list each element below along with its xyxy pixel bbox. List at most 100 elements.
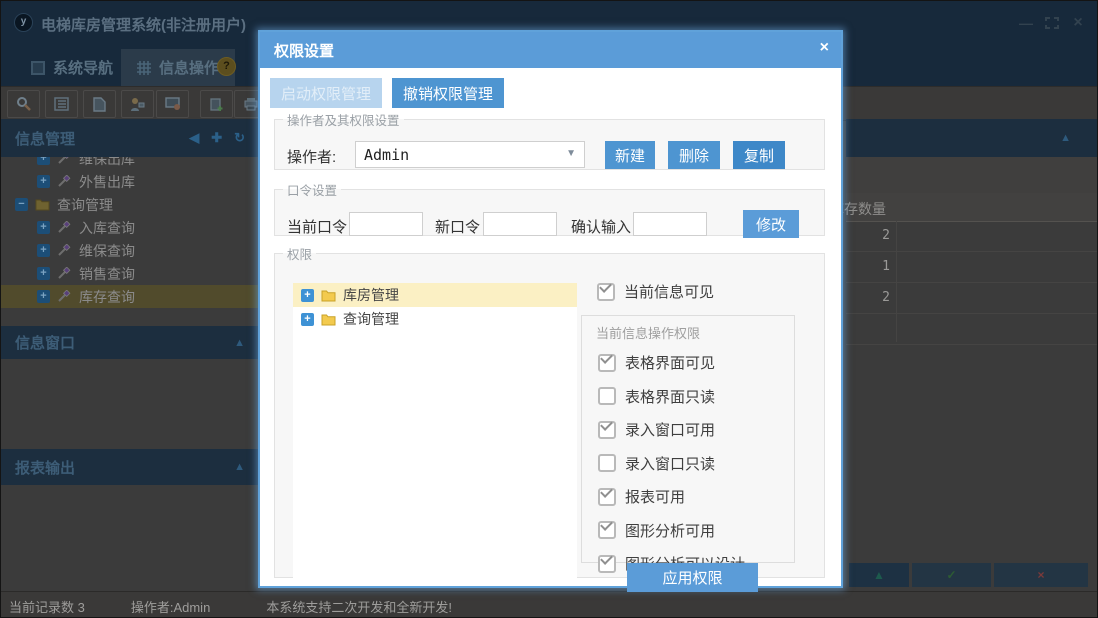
collapse-up-icon[interactable]: ▲	[234, 461, 245, 473]
permission-tree-item[interactable]: +查询管理	[293, 307, 577, 331]
permission-checkbox-list: 表格界面可见表格界面只读录入窗口可用录入窗口只读报表可用图形分析可用图形分析可以…	[598, 352, 745, 574]
wand-icon	[57, 244, 72, 257]
collapse-node-icon[interactable]: −	[15, 198, 28, 211]
dialog-body: 启动权限管理 撤销权限管理 操作者及其权限设置 操作者: Admin ▼ 新建 …	[260, 68, 841, 586]
permission-checkbox-row[interactable]: 录入窗口只读	[598, 453, 745, 474]
checkbox-unchecked-icon[interactable]	[598, 387, 616, 405]
panel-header-info-management[interactable]: 信息管理 ◀ ✚ ↻	[1, 119, 259, 157]
tree-item-label: 维保出库	[79, 157, 135, 169]
collapse-left-icon[interactable]: ◀	[189, 130, 199, 146]
record-count: 当前记录数 3	[9, 597, 85, 616]
new-operator-button[interactable]: 新建	[605, 141, 655, 169]
expand-node-icon[interactable]: +	[37, 157, 50, 165]
checkbox-checked-icon[interactable]	[597, 283, 615, 301]
permission-checkbox-row[interactable]: 表格界面可见	[598, 352, 745, 373]
sidebar: 信息管理 ◀ ✚ ↻ + 维保出库+外售出库−查询管理+入库查询+维保查询+销售查…	[1, 119, 259, 591]
permission-checkbox-row[interactable]: 报表可用	[598, 486, 745, 507]
help-icon[interactable]: ?	[217, 57, 236, 76]
status-message: 本系统支持二次开发和全新开发!	[266, 597, 452, 616]
operator-select[interactable]: Admin ▼	[355, 141, 585, 168]
checkbox-checked-icon[interactable]	[598, 354, 616, 372]
panel-header-report-output[interactable]: 报表输出 ▲	[1, 449, 259, 485]
database-add-icon[interactable]	[200, 90, 233, 118]
current-info-visible-checkbox-row[interactable]: 当前信息可见	[597, 281, 714, 302]
confirm-password-label: 确认输入	[571, 216, 631, 237]
current-password-field[interactable]	[349, 212, 423, 236]
add-icon[interactable]: ✚	[211, 130, 222, 146]
maximize-button[interactable]	[1041, 14, 1063, 32]
user-icon[interactable]	[121, 90, 154, 118]
checkbox-label: 录入窗口可用	[625, 419, 715, 440]
wand-icon	[57, 157, 72, 165]
checkbox-checked-icon[interactable]	[598, 521, 616, 539]
wand-icon	[57, 221, 72, 234]
sidebar-tree-item[interactable]: +维保查询	[1, 239, 259, 262]
collapse-up-button[interactable]: ▲	[849, 563, 909, 587]
permission-section: 权限 +库房管理+查询管理 当前信息可见 当前信息操作权限 表格界面可见表格界面…	[274, 244, 825, 578]
current-info-permission-group: 当前信息操作权限 表格界面可见表格界面只读录入窗口可用录入窗口只读报表可用图形分…	[581, 315, 795, 563]
refresh-icon[interactable]: ↻	[234, 130, 245, 146]
table-row[interactable]	[846, 314, 1098, 345]
permission-checkbox-row[interactable]: 录入窗口可用	[598, 419, 745, 440]
new-password-label: 新口令	[435, 216, 480, 237]
sidebar-tree-item[interactable]: −查询管理	[1, 193, 259, 216]
checkbox-checked-icon[interactable]	[598, 555, 616, 573]
table-column-separator	[896, 221, 897, 342]
content-panel-header[interactable]: ▲	[846, 119, 1098, 157]
table-row[interactable]: 1	[846, 252, 1098, 283]
permission-tree-item[interactable]: +库房管理	[293, 283, 577, 307]
permission-checkbox-row[interactable]: 图形分析可用	[598, 520, 745, 541]
monitor-icon[interactable]	[156, 90, 189, 118]
tab-label: 系统导航	[53, 57, 113, 78]
sidebar-tree-item[interactable]: +入库查询	[1, 216, 259, 239]
copy-operator-button[interactable]: 复制	[733, 141, 785, 169]
apply-permission-button[interactable]: 应用权限	[627, 563, 758, 592]
chevron-down-icon: ▼	[566, 148, 576, 159]
table-cell	[846, 314, 890, 344]
expand-node-icon[interactable]: +	[37, 267, 50, 280]
close-icon[interactable]: ×	[820, 39, 829, 57]
expand-node-icon[interactable]: +	[37, 244, 50, 257]
expand-node-icon[interactable]: +	[37, 175, 50, 188]
sidebar-tree: + 维保出库+外售出库−查询管理+入库查询+维保查询+销售查询+库存查询	[1, 157, 259, 326]
table-row[interactable]: 2	[846, 221, 1098, 252]
table-body: 212	[846, 221, 1098, 345]
tab-system-nav[interactable]: 系统导航	[15, 49, 129, 86]
close-window-button[interactable]: ×	[1067, 14, 1089, 32]
panel-header-info-window[interactable]: 信息窗口 ▲	[1, 326, 259, 359]
panel-title: 报表输出	[15, 457, 234, 478]
cancel-button[interactable]: ×	[994, 563, 1088, 587]
collapse-up-icon[interactable]: ▲	[234, 337, 245, 349]
confirm-button[interactable]: ✓	[912, 563, 991, 587]
checkbox-label: 表格界面只读	[625, 386, 715, 407]
expand-node-icon[interactable]: +	[301, 289, 314, 302]
expand-node-icon[interactable]: +	[301, 313, 314, 326]
checkbox-checked-icon[interactable]	[598, 488, 616, 506]
start-permission-button[interactable]: 启动权限管理	[270, 78, 382, 108]
modify-password-button[interactable]: 修改	[743, 210, 799, 238]
permission-checkbox-row[interactable]: 表格界面只读	[598, 386, 745, 407]
panel-title: 信息窗口	[15, 332, 234, 353]
expand-node-icon[interactable]: +	[37, 290, 50, 303]
minimize-button[interactable]: —	[1015, 14, 1037, 32]
search-icon[interactable]	[7, 90, 40, 118]
checkbox-checked-icon[interactable]	[598, 421, 616, 439]
list-icon[interactable]	[45, 90, 78, 118]
operator-status: 操作者:Admin	[131, 597, 210, 616]
delete-operator-button[interactable]: 删除	[668, 141, 720, 169]
checkbox-label: 表格界面可见	[625, 352, 715, 373]
sidebar-tree-item[interactable]: +外售出库	[1, 170, 259, 193]
checkbox-label: 报表可用	[625, 486, 685, 507]
sidebar-tree-item[interactable]: +库存查询	[1, 285, 259, 308]
collapse-up-icon[interactable]: ▲	[1060, 132, 1071, 144]
new-password-field[interactable]	[483, 212, 557, 236]
revoke-permission-button[interactable]: 撤销权限管理	[392, 78, 504, 108]
sidebar-tree-item[interactable]: + 维保出库	[1, 157, 259, 170]
expand-node-icon[interactable]: +	[37, 221, 50, 234]
permission-settings-dialog: 权限设置 × 启动权限管理 撤销权限管理 操作者及其权限设置 操作者: Admi…	[258, 30, 843, 588]
checkbox-unchecked-icon[interactable]	[598, 454, 616, 472]
document-icon[interactable]	[83, 90, 116, 118]
sidebar-tree-item[interactable]: +销售查询	[1, 262, 259, 285]
table-row[interactable]: 2	[846, 283, 1098, 314]
confirm-password-field[interactable]	[633, 212, 707, 236]
